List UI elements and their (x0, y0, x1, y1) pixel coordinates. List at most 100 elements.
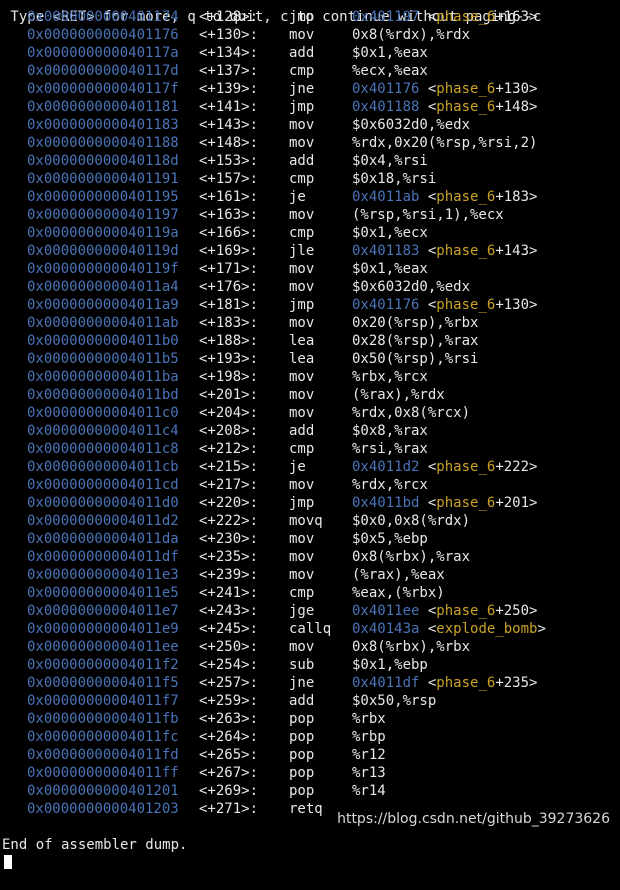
offset: <+161>: (199, 189, 259, 205)
symbol-name: phase_6 (436, 9, 496, 25)
operands: $0x8,%rax (352, 423, 428, 439)
mnemonic: mov (289, 531, 315, 547)
address: 0x00000000004011e3 (27, 567, 179, 583)
symbol-name: phase_6 (436, 459, 496, 475)
symbol-name: phase_6 (436, 81, 496, 97)
address: 0x00000000004011fd (27, 747, 179, 763)
operands: $0x1,%eax (352, 261, 428, 277)
instruction-row: 0x00000000004011c0 <+204>: mov %rdx,0x8(%rc… (0, 404, 620, 422)
symbol-name: phase_6 (436, 99, 496, 115)
instruction-row: 0x000000000040117d <+137>: cmp %ecx,%eax (0, 62, 620, 80)
jump-target-address: 0x401176 (352, 297, 420, 313)
terminal-window[interactable]: Type <RET> for more, q to quit, c to con… (0, 0, 620, 869)
address: 0x00000000004011e7 (27, 603, 179, 619)
operands: %r13 (352, 765, 386, 781)
instruction-row: 0x0000000000401197 <+163>: mov (%rsp,%rsi,1… (0, 206, 620, 224)
instruction-row: 0x00000000004011f5 <+257>: jne 0x4011df <ph… (0, 674, 620, 692)
operands: 0x401176 <phase_6+130> (352, 81, 538, 97)
address: 0x0000000000401181 (27, 99, 179, 115)
instruction-row: 0x00000000004011e7 <+243>: jge 0x4011ee <ph… (0, 602, 620, 620)
mnemonic: cmp (289, 225, 315, 241)
mnemonic: jmp (289, 99, 315, 115)
offset: <+222>: (199, 513, 259, 529)
symbol-offset: +130> (495, 297, 538, 313)
offset: <+193>: (199, 351, 259, 367)
offset: <+215>: (199, 459, 259, 475)
instruction-row: 0x00000000004011da <+230>: mov $0x5,%ebp (0, 530, 620, 548)
operands: %rdx,%rcx (352, 477, 428, 493)
jump-target-address: 0x4011bd (352, 495, 420, 511)
instruction-row: 0x0000000000401176 <+130>: mov 0x8(%rdx),%r… (0, 26, 620, 44)
symbol-offset: +143> (495, 243, 538, 259)
offset: <+143>: (199, 117, 259, 133)
instruction-row: 0x00000000004011a4 <+176>: mov $0x6032d0,%e… (0, 278, 620, 296)
address: 0x00000000004011e9 (27, 621, 179, 637)
instruction-row: 0x00000000004011b5 <+193>: lea 0x50(%rsp),%… (0, 350, 620, 368)
mnemonic: jmp (289, 9, 315, 25)
symbol-name: phase_6 (436, 189, 496, 205)
mnemonic: je (289, 189, 306, 205)
offset: <+263>: (199, 711, 259, 727)
mnemonic: mov (289, 117, 315, 133)
offset: <+265>: (199, 747, 259, 763)
offset: <+250>: (199, 639, 259, 655)
address: 0x00000000004011fb (27, 711, 179, 727)
operands: $0x50,%rsp (352, 693, 437, 709)
mnemonic: lea (289, 333, 315, 349)
operands: %rdx,0x8(%rcx) (352, 405, 471, 421)
offset: <+254>: (199, 657, 259, 673)
instruction-row: 0x00000000004011cd <+217>: mov %rdx,%rcx (0, 476, 620, 494)
instruction-row: 0x0000000000401188 <+148>: mov %rdx,0x20(%r… (0, 134, 620, 152)
mnemonic: cmp (289, 171, 315, 187)
operands: $0x6032d0,%edx (352, 279, 471, 295)
operands: 0x8(%rbx),%rbx (352, 639, 471, 655)
address: 0x00000000004011d0 (27, 495, 179, 511)
offset: <+157>: (199, 171, 259, 187)
operands: $0x5,%ebp (352, 531, 428, 547)
instruction-row: 0x00000000004011fd <+265>: pop %r12 (0, 746, 620, 764)
instruction-row: 0x00000000004011bd <+201>: mov (%rax),%rdx (0, 386, 620, 404)
jump-target-address: 0x401183 (352, 243, 420, 259)
instruction-row: 0x0000000000401174 <+128>: jmp 0x401197 <ph… (0, 8, 620, 26)
offset: <+239>: (199, 567, 259, 583)
mnemonic: jmp (289, 297, 315, 313)
disassembly-listing: 0x0000000000401174 <+128>: jmp 0x401197 <ph… (0, 8, 620, 818)
mnemonic: pop (289, 783, 315, 799)
address: 0x0000000000401191 (27, 171, 179, 187)
mnemonic: sub (289, 657, 315, 673)
mnemonic: cmp (289, 63, 315, 79)
instruction-row: 0x00000000004011e5 <+241>: cmp %eax,(%rbx) (0, 584, 620, 602)
offset: <+137>: (199, 63, 259, 79)
address: 0x0000000000401188 (27, 135, 179, 151)
operands: $0x4,%rsi (352, 153, 428, 169)
command-input[interactable] (2, 854, 12, 872)
operands: $0x1,%ecx (352, 225, 428, 241)
cursor-block (4, 855, 12, 869)
mnemonic: mov (289, 27, 315, 43)
operands: 0x28(%rsp),%rax (352, 333, 479, 349)
operands: (%rax),%rdx (352, 387, 445, 403)
operands: %eax,(%rbx) (352, 585, 445, 601)
symbol-name: phase_6 (436, 495, 496, 511)
address: 0x00000000004011c0 (27, 405, 179, 421)
mnemonic: pop (289, 765, 315, 781)
instruction-row: 0x000000000040117a <+134>: add $0x1,%eax (0, 44, 620, 62)
mnemonic: mov (289, 135, 315, 151)
offset: <+271>: (199, 801, 259, 817)
mnemonic: pop (289, 729, 315, 745)
offset: <+139>: (199, 81, 259, 97)
address: 0x00000000004011fc (27, 729, 179, 745)
operands: %rsi,%rax (352, 441, 428, 457)
mnemonic: mov (289, 207, 315, 223)
offset: <+264>: (199, 729, 259, 745)
operands: 0x50(%rsp),%rsi (352, 351, 479, 367)
instruction-row: 0x00000000004011d0 <+220>: jmp 0x4011bd <ph… (0, 494, 620, 512)
offset: <+217>: (199, 477, 259, 493)
symbol-offset: +250> (495, 603, 538, 619)
address: 0x000000000040119d (27, 243, 179, 259)
offset: <+235>: (199, 549, 259, 565)
address: 0x00000000004011c4 (27, 423, 179, 439)
offset: <+212>: (199, 441, 259, 457)
instruction-row: 0x0000000000401191 <+157>: cmp $0x18,%rsi (0, 170, 620, 188)
address: 0x0000000000401176 (27, 27, 179, 43)
